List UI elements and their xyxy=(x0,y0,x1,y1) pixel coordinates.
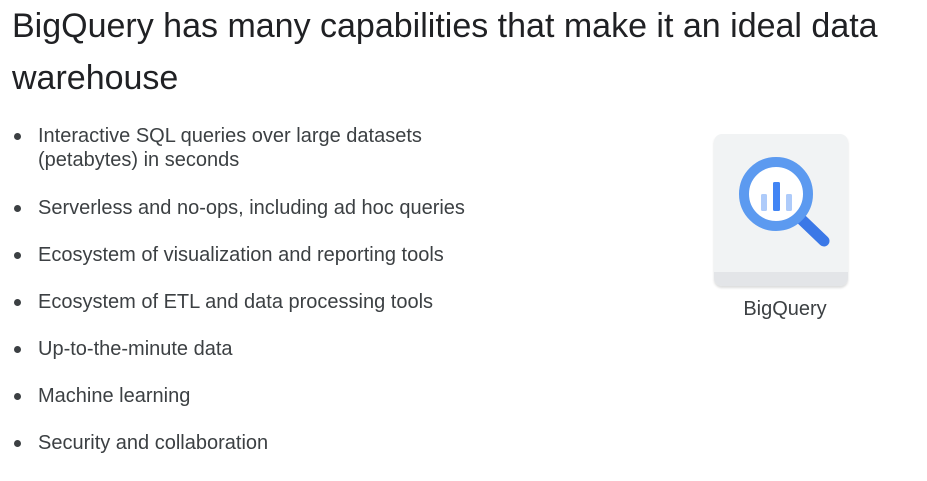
magnifier-handle xyxy=(794,212,830,247)
bullet-text: Serverless and no-ops, including ad hoc … xyxy=(38,197,465,219)
bigquery-magnifier-icon xyxy=(739,157,830,247)
list-item: Serverless and no-ops, including ad hoc … xyxy=(14,196,554,220)
lens-bar-middle xyxy=(773,182,780,211)
bullet-icon xyxy=(14,252,21,259)
bigquery-product-card xyxy=(714,134,848,286)
list-item: Interactive SQL queries over large datas… xyxy=(14,124,554,172)
bullet-icon xyxy=(14,133,21,140)
bullet-text: Up-to-the-minute data xyxy=(38,338,233,360)
card-footer-band xyxy=(714,272,848,286)
list-item: Security and collaboration xyxy=(14,431,554,455)
list-item: Machine learning xyxy=(14,384,554,408)
bullet-text: Security and collaboration xyxy=(38,432,269,454)
list-item: Up-to-the-minute data xyxy=(14,337,554,361)
bullet-icon xyxy=(14,393,21,400)
bullet-text: Ecosystem of visualization and reporting… xyxy=(38,244,444,266)
bullet-icon xyxy=(14,440,21,447)
bullet-text: Machine learning xyxy=(38,385,191,407)
bullet-icon xyxy=(14,346,21,353)
bullet-text: Ecosystem of ETL and data processing too… xyxy=(38,291,434,313)
capabilities-list: Interactive SQL queries over large datas… xyxy=(14,124,554,478)
slide-title: BigQuery has many capabilities that make… xyxy=(12,7,878,97)
bullet-icon xyxy=(14,299,21,306)
bullet-icon xyxy=(14,205,21,212)
lens-bar-right xyxy=(786,194,792,211)
product-name-label: BigQuery xyxy=(743,298,827,320)
lens-bar-left xyxy=(761,194,767,211)
list-item: Ecosystem of visualization and reporting… xyxy=(14,243,554,267)
list-item: Ecosystem of ETL and data processing too… xyxy=(14,290,554,314)
bullet-text: Interactive SQL queries over large datas… xyxy=(38,125,422,171)
